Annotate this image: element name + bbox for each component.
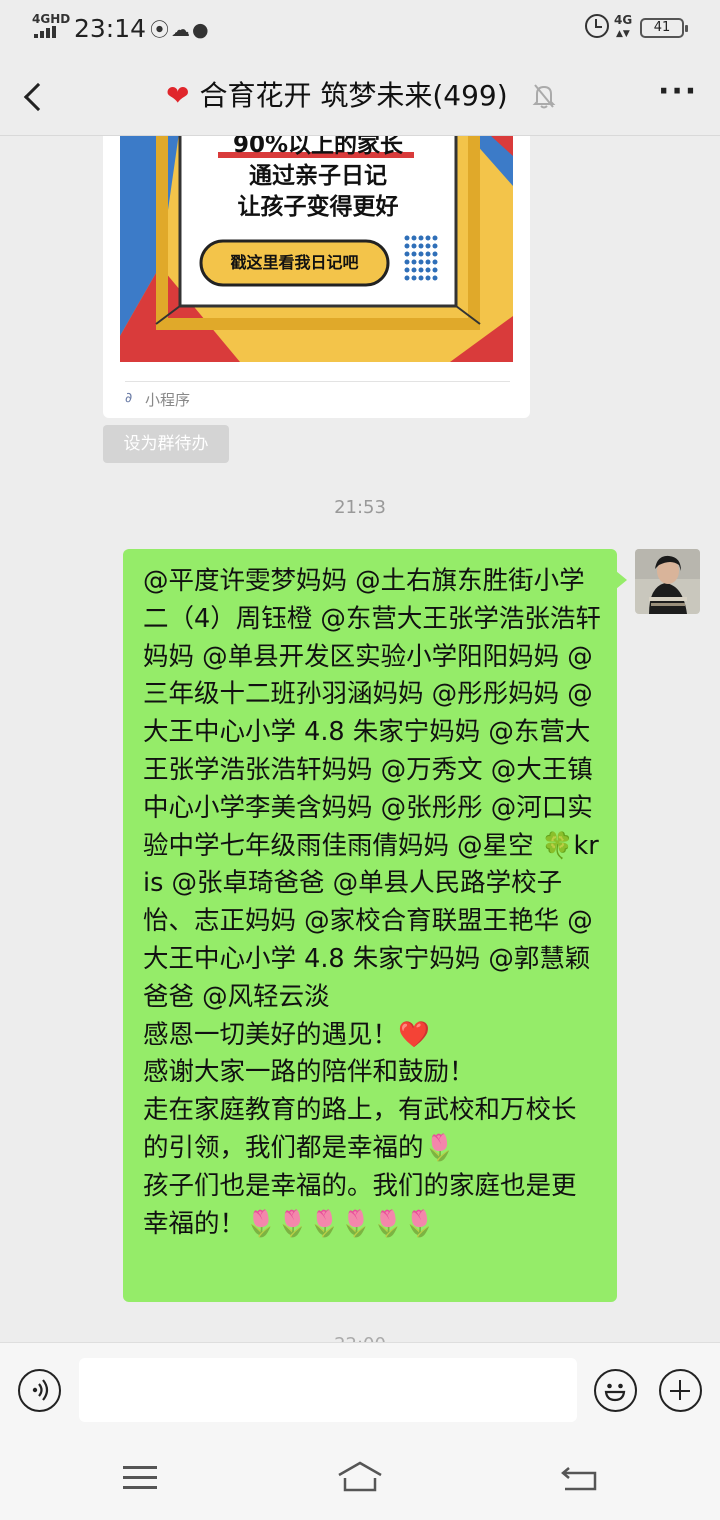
- more-icon[interactable]: ···: [658, 77, 698, 107]
- return-icon[interactable]: [560, 1462, 598, 1492]
- message-text: @平度许雯梦妈妈 @土右旗东胜街小学二（4）周钰橙 @东营大王张学浩张浩轩妈妈 …: [143, 566, 601, 1239]
- status-bar: 4GHD 23:14 ⦿☁● 4G ▲▼ 41: [0, 0, 720, 56]
- heart-icon: ❤: [166, 79, 190, 112]
- battery-level: 41: [653, 20, 671, 35]
- signal-icon: [34, 26, 58, 38]
- network-type: 4GHD: [32, 12, 71, 26]
- smiley-face: [604, 1383, 626, 1402]
- mini-program-label: 小程序: [145, 391, 191, 409]
- system-navigation-bar: [0, 1436, 720, 1520]
- message-timestamp: 21:53: [334, 497, 386, 518]
- voice-waves: [32, 1379, 49, 1401]
- avatar[interactable]: [635, 549, 700, 614]
- poster-line-3: 让孩子变得更好: [237, 194, 399, 220]
- message-input[interactable]: [79, 1358, 577, 1422]
- home-icon[interactable]: [336, 1460, 384, 1494]
- chat-bubble-icon: ●: [192, 19, 211, 41]
- mini-program-poster[interactable]: 90%以上的家长 通过亲子日记 让孩子变得更好 戳这里看我日记吧: [120, 136, 513, 362]
- poster-cta[interactable]: 戳这里看我日记吧: [201, 241, 388, 285]
- avatar-image: [635, 549, 700, 614]
- emoji-icon[interactable]: [594, 1369, 637, 1412]
- sync-icon: ⦿: [150, 19, 172, 41]
- back-icon[interactable]: [22, 82, 46, 110]
- poster-line-2: 通过亲子日记: [249, 163, 387, 189]
- battery-icon: 41: [640, 18, 688, 38]
- cloud-icon: ☁: [171, 19, 193, 41]
- mini-program-card[interactable]: 90%以上的家长 通过亲子日记 让孩子变得更好 戳这里看我日记吧 ∂ 小程序: [103, 136, 530, 418]
- alarm-icon: [585, 14, 609, 38]
- plus-icon[interactable]: [659, 1369, 702, 1412]
- poster-headline: 90%以上的家长 通过亲子日记 让孩子变得更好: [180, 136, 456, 223]
- notification-icons: ⦿☁●: [150, 15, 211, 42]
- menu-icon[interactable]: [123, 1464, 157, 1490]
- card-divider: [125, 381, 510, 382]
- set-group-todo-button[interactable]: 设为群待办: [103, 425, 229, 463]
- message-list[interactable]: 90%以上的家长 通过亲子日记 让孩子变得更好 戳这里看我日记吧 ∂ 小程序 设…: [0, 136, 720, 1342]
- network-4g-label: 4G: [614, 13, 633, 27]
- mute-icon: [532, 84, 556, 109]
- input-bar: [0, 1342, 720, 1436]
- chat-header: ❤ 合育花开 筑梦未来(499) ···: [0, 56, 720, 136]
- mini-program-icon: ∂: [125, 390, 133, 406]
- chat-title[interactable]: ❤ 合育花开 筑梦未来(499): [166, 76, 508, 116]
- data-arrows-icon: ▲▼: [616, 29, 630, 39]
- next-message-timestamp: 22:00: [0, 1334, 720, 1342]
- poster-line-1: 90%以上的家长: [232, 136, 404, 158]
- group-name: 合育花开 筑梦未来(499): [199, 79, 508, 112]
- clock: 23:14: [74, 14, 147, 43]
- voice-icon[interactable]: [18, 1369, 61, 1412]
- message-bubble[interactable]: @平度许雯梦妈妈 @土右旗东胜街小学二（4）周钰橙 @东营大王张学浩张浩轩妈妈 …: [123, 549, 627, 1302]
